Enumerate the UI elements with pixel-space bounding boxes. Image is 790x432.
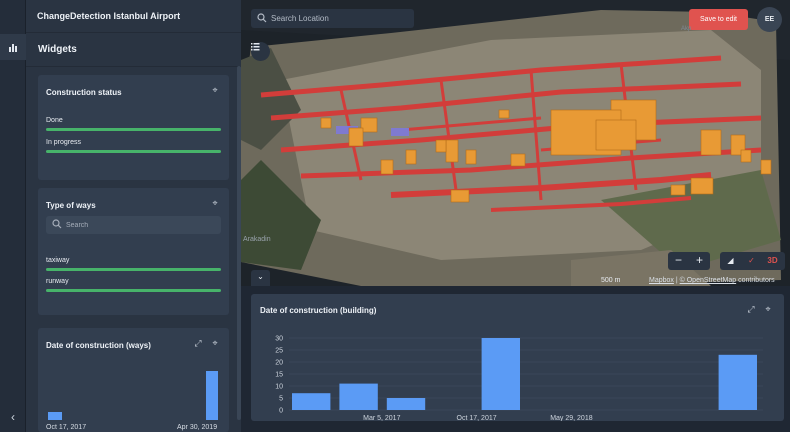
y-tick-label: 20 (275, 360, 283, 367)
search-icon (257, 13, 267, 23)
histogram-bar[interactable] (206, 371, 218, 420)
y-tick-label: 30 (275, 336, 283, 343)
app-title: ChangeDetection Istanbul Airport (37, 11, 181, 21)
category-search-input[interactable] (66, 216, 216, 234)
map-view[interactable]: Save to edit EE Akp Arakadin − + ◢ ✓ 3D … (241, 0, 790, 286)
scale-label: 500 m (601, 277, 621, 284)
y-tick-label: 15 (275, 372, 283, 379)
x-tick-label: Oct 17, 2017 (46, 424, 87, 431)
location-search[interactable] (251, 9, 414, 28)
x-tick-label: Mar 5, 2017 (363, 415, 400, 421)
crosshair-icon[interactable]: ⌖ (210, 198, 220, 208)
place-label: Akp (681, 26, 692, 32)
view-controls: ◢ ✓ 3D (720, 252, 785, 270)
widgets-rail-button[interactable] (0, 34, 26, 60)
legend-toggle-button[interactable] (251, 42, 270, 61)
building-date-histogram: 0 5 10 15 20 25 30 Mar 5, 2017 Oct 17, 2017 May 2… (275, 336, 763, 421)
histogram-bar[interactable] (292, 393, 331, 410)
histogram-bar[interactable] (386, 398, 426, 410)
map-attribution: Mapbox | © OpenStreetMap contributors (649, 277, 775, 284)
x-tick-label: May 29, 2018 (550, 415, 593, 421)
category-label[interactable]: Done (46, 117, 63, 124)
construction-status-widget: Construction status ⌖ Done In progress (38, 75, 229, 180)
category-label[interactable]: In progress (46, 139, 81, 146)
compass-icon[interactable]: ◢ (720, 252, 741, 270)
widget-title: Construction status (46, 88, 122, 97)
x-tick-label: Apr 30, 2019 (177, 424, 218, 431)
category-bar[interactable] (46, 128, 221, 131)
category-label[interactable]: runway (46, 278, 69, 285)
histogram-bar[interactable] (48, 412, 62, 420)
search-icon (52, 219, 62, 229)
histogram-bar[interactable] (481, 338, 520, 410)
widgets-title: Widgets (38, 44, 77, 55)
toggle-3d-button[interactable]: 3D (762, 252, 783, 270)
category-search[interactable] (46, 216, 221, 234)
bar-chart-icon (9, 44, 17, 52)
histogram-bar[interactable] (339, 383, 378, 410)
attribution-link[interactable]: © OpenStreetMap (680, 277, 737, 284)
list-icon (251, 43, 260, 51)
zoom-out-button[interactable]: − (668, 252, 689, 270)
widget-title: Type of ways (46, 201, 96, 210)
date-of-construction-building-widget: Date of construction (building) ⤢ ⌖ 0 5 10… (251, 294, 784, 421)
zoom-controls: − + (668, 252, 710, 270)
header-divider (26, 32, 241, 33)
map-3d-scene (241, 0, 790, 286)
category-bar[interactable] (46, 150, 221, 153)
widgets-sidebar: ChangeDetection Istanbul Airport Widgets… (26, 0, 241, 432)
crosshair-icon[interactable]: ⌖ (210, 85, 220, 95)
y-tick-label: 10 (275, 384, 283, 391)
category-label[interactable]: taxiway (46, 257, 69, 264)
type-of-ways-widget: Type of ways ⌖ taxiway runway (38, 188, 229, 315)
location-search-input[interactable] (271, 9, 411, 28)
y-tick-label: 0 (279, 408, 283, 415)
histogram-bar[interactable] (718, 354, 757, 410)
icon-rail: ‹ (0, 0, 26, 432)
y-tick-label: 5 (279, 396, 283, 403)
place-label: Arakadin (243, 236, 271, 243)
save-to-edit-button[interactable]: Save to edit (689, 9, 748, 30)
chevron-down-icon[interactable]: ⌄ (251, 270, 270, 286)
category-bar[interactable] (46, 289, 221, 292)
x-tick-label: Oct 17, 2017 (457, 415, 497, 421)
attribution-text: contributors (738, 277, 775, 284)
user-avatar[interactable]: EE (757, 7, 782, 32)
widgets-divider (26, 66, 241, 67)
chevron-left-icon[interactable]: ‹ (0, 408, 26, 426)
crosshair-icon[interactable]: ⌖ (210, 338, 220, 348)
date-of-construction-ways-widget: Date of construction (ways) ⤢ ⌖ Oct 17, … (38, 328, 229, 432)
zoom-in-button[interactable]: + (689, 252, 710, 270)
reset-north-icon[interactable]: ✓ (741, 252, 762, 270)
category-bar[interactable] (46, 268, 221, 271)
y-tick-label: 25 (275, 348, 283, 355)
expand-icon[interactable]: ⤢ (193, 338, 203, 348)
widget-title: Date of construction (ways) (46, 341, 151, 350)
attribution-link[interactable]: Mapbox (649, 277, 674, 284)
bottom-panel: Date of construction (building) ⤢ ⌖ 0 5 10… (241, 286, 790, 432)
